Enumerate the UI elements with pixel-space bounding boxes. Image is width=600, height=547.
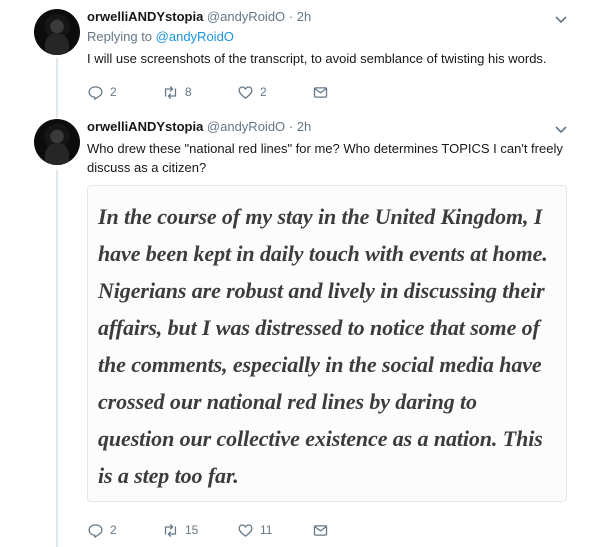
- tweet-actions: 2 8 2: [87, 82, 342, 102]
- like-button[interactable]: 2: [237, 84, 312, 101]
- chevron-down-icon[interactable]: [554, 124, 568, 134]
- avatar[interactable]: [34, 119, 80, 165]
- retweet-count: 15: [185, 523, 199, 537]
- reply-button[interactable]: 2: [87, 522, 162, 539]
- tweet[interactable]: orwelliANDYstopia @andyRoidO · 2h Who dr…: [0, 110, 600, 547]
- separator: ·: [288, 119, 294, 134]
- retweet-button[interactable]: 15: [162, 522, 237, 539]
- retweet-icon: [164, 85, 177, 99]
- like-count: 11: [260, 523, 273, 537]
- tweet-actions: 2 15 11: [87, 520, 342, 540]
- username[interactable]: @andyRoidO: [207, 9, 285, 24]
- like-count: 2: [260, 85, 267, 99]
- direct-message-icon: [313, 86, 328, 98]
- tweet-header: orwelliANDYstopia @andyRoidO · 2h: [87, 118, 576, 136]
- tweet-text: I will use screenshots of the transcript…: [87, 51, 547, 66]
- display-name[interactable]: orwelliANDYstopia: [87, 119, 203, 134]
- timestamp[interactable]: 2h: [297, 119, 311, 134]
- direct-message-button[interactable]: [312, 522, 342, 539]
- like-button[interactable]: 11: [237, 522, 312, 539]
- replying-to: Replying to @andyRoidO: [87, 28, 576, 46]
- retweet-count: 8: [185, 85, 192, 99]
- reply-button[interactable]: 2: [87, 84, 162, 101]
- replying-to-link[interactable]: @andyRoidO: [156, 29, 234, 44]
- tweet-content: orwelliANDYstopia @andyRoidO · 2h Replyi…: [87, 8, 576, 68]
- separator: ·: [288, 9, 294, 24]
- image-transcript-text: In the course of my stay in the United K…: [98, 204, 548, 488]
- chevron-down-icon[interactable]: [554, 14, 568, 24]
- like-icon: [238, 85, 253, 99]
- direct-message-button[interactable]: [312, 84, 342, 101]
- tweet-content: orwelliANDYstopia @andyRoidO · 2h Who dr…: [87, 118, 576, 177]
- reply-count: 2: [110, 85, 117, 99]
- direct-message-icon: [313, 524, 328, 536]
- retweet-icon: [164, 523, 177, 537]
- attached-image[interactable]: In the course of my stay in the United K…: [87, 185, 567, 502]
- display-name[interactable]: orwelliANDYstopia: [87, 9, 203, 24]
- timestamp[interactable]: 2h: [297, 9, 311, 24]
- replying-to-label: Replying to: [87, 29, 153, 44]
- username[interactable]: @andyRoidO: [207, 119, 285, 134]
- reply-count: 2: [110, 523, 117, 537]
- reply-icon: [88, 523, 103, 538]
- avatar[interactable]: [34, 9, 80, 55]
- tweet-text: Who drew these "national red lines" for …: [87, 141, 563, 175]
- tweet[interactable]: orwelliANDYstopia @andyRoidO · 2h Replyi…: [0, 0, 600, 110]
- like-icon: [238, 523, 253, 537]
- retweet-button[interactable]: 8: [162, 84, 237, 101]
- reply-icon: [88, 85, 103, 100]
- tweet-header: orwelliANDYstopia @andyRoidO · 2h: [87, 8, 576, 26]
